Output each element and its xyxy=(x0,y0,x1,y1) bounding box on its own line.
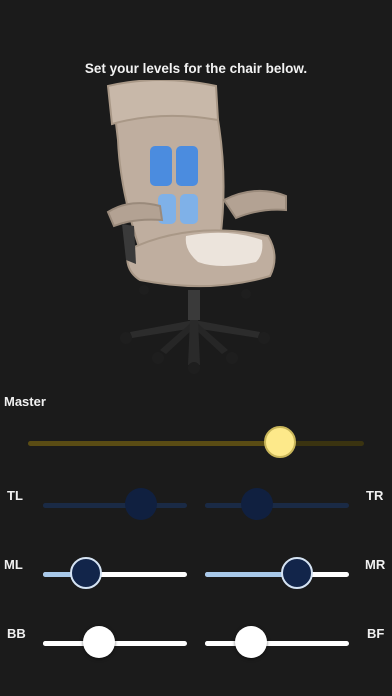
zone-mr xyxy=(180,194,198,224)
tr-slider-thumb[interactable] xyxy=(240,488,273,520)
tl-slider-thumb[interactable] xyxy=(124,488,157,520)
mr-slider-thumb[interactable] xyxy=(281,557,314,589)
bb-slider-thumb[interactable] xyxy=(83,626,116,658)
bf-slider-thumb[interactable] xyxy=(235,626,268,658)
chair-base xyxy=(120,285,270,374)
ml-slider-thumb[interactable] xyxy=(70,557,103,589)
tl-slider[interactable] xyxy=(43,488,187,520)
master-slider-fill xyxy=(28,441,280,446)
tl-label: TL xyxy=(7,488,23,503)
mr-slider[interactable] xyxy=(205,557,349,589)
zone-seat xyxy=(185,232,263,266)
tr-slider[interactable] xyxy=(205,488,349,520)
instruction-title: Set your levels for the chair below. xyxy=(84,61,308,76)
master-label: Master xyxy=(4,394,46,409)
master-slider-thumb[interactable] xyxy=(264,426,296,458)
bf-label: BF xyxy=(367,626,385,641)
zone-tr xyxy=(176,146,198,186)
mr-label: MR xyxy=(365,557,386,572)
bb-slider[interactable] xyxy=(43,626,187,658)
right-armrest xyxy=(222,189,287,220)
bf-slider[interactable] xyxy=(205,626,349,658)
bb-label: BB xyxy=(7,626,26,641)
ml-label: ML xyxy=(4,557,23,572)
chair-illustration xyxy=(106,80,287,374)
master-slider[interactable] xyxy=(28,426,364,458)
ml-slider[interactable] xyxy=(43,557,187,589)
tr-label: TR xyxy=(366,488,384,503)
zone-tl xyxy=(150,146,172,186)
